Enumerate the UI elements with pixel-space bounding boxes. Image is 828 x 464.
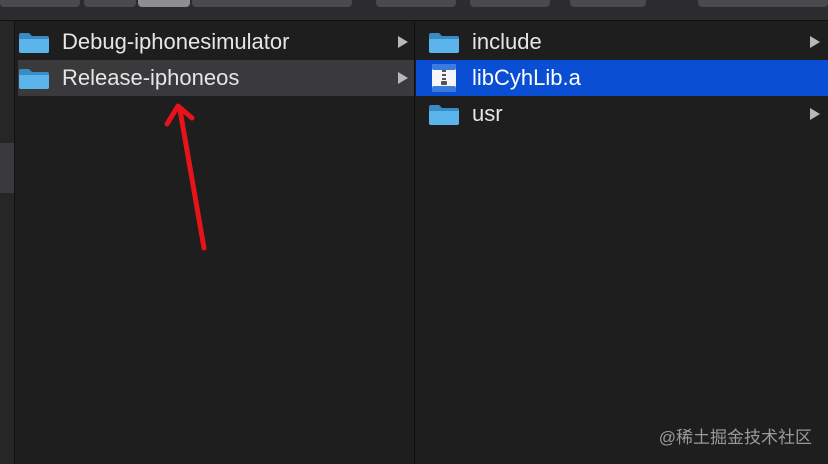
toolbar-button[interactable] bbox=[84, 0, 136, 7]
chevron-right-icon bbox=[398, 36, 408, 48]
list-item-libcyhlib[interactable]: libCyhLib.a bbox=[416, 60, 828, 96]
folder-icon bbox=[19, 33, 49, 53]
chevron-right-icon bbox=[810, 108, 820, 120]
chevron-right-icon bbox=[810, 36, 820, 48]
toolbar-button[interactable] bbox=[192, 0, 352, 7]
toolbar-button[interactable] bbox=[0, 0, 80, 7]
list-item-debug-iphonesimulator[interactable]: Debug-iphonesimulator bbox=[18, 24, 414, 60]
watermark: @稀土掘金技术社区 bbox=[658, 428, 812, 447]
toolbar-button[interactable] bbox=[570, 0, 646, 7]
folder-icon bbox=[429, 33, 459, 53]
list-item-usr[interactable]: usr bbox=[416, 96, 828, 132]
list-item-include[interactable]: include bbox=[416, 24, 828, 60]
list-item-label: Release-iphoneos bbox=[62, 65, 240, 90]
list-item-release-iphoneos[interactable]: Release-iphoneos bbox=[18, 60, 414, 96]
archive-file-icon bbox=[432, 64, 456, 92]
toolbar-button-selected[interactable] bbox=[138, 0, 190, 7]
toolbar-button[interactable] bbox=[470, 0, 550, 7]
list-item-label: Debug-iphonesimulator bbox=[62, 29, 290, 54]
browser-column-2[interactable]: include libCyhLib.a usr bbox=[416, 21, 828, 464]
list-item-label: libCyhLib.a bbox=[472, 65, 581, 90]
folder-icon bbox=[19, 69, 49, 89]
chevron-right-icon bbox=[398, 72, 408, 84]
toolbar-search-field[interactable] bbox=[698, 0, 828, 7]
browser-column-1[interactable]: Debug-iphonesimulator Release-iphoneos bbox=[18, 21, 415, 464]
toolbar-button[interactable] bbox=[376, 0, 456, 7]
scrollbar-thumb[interactable] bbox=[0, 143, 14, 193]
finder-window: Debug-iphonesimulator Release-iphoneos i… bbox=[0, 0, 828, 464]
list-item-label: usr bbox=[472, 101, 503, 126]
toolbar bbox=[0, 0, 828, 21]
previous-column-edge bbox=[0, 21, 15, 464]
folder-icon bbox=[429, 105, 459, 125]
list-item-label: include bbox=[472, 29, 542, 54]
